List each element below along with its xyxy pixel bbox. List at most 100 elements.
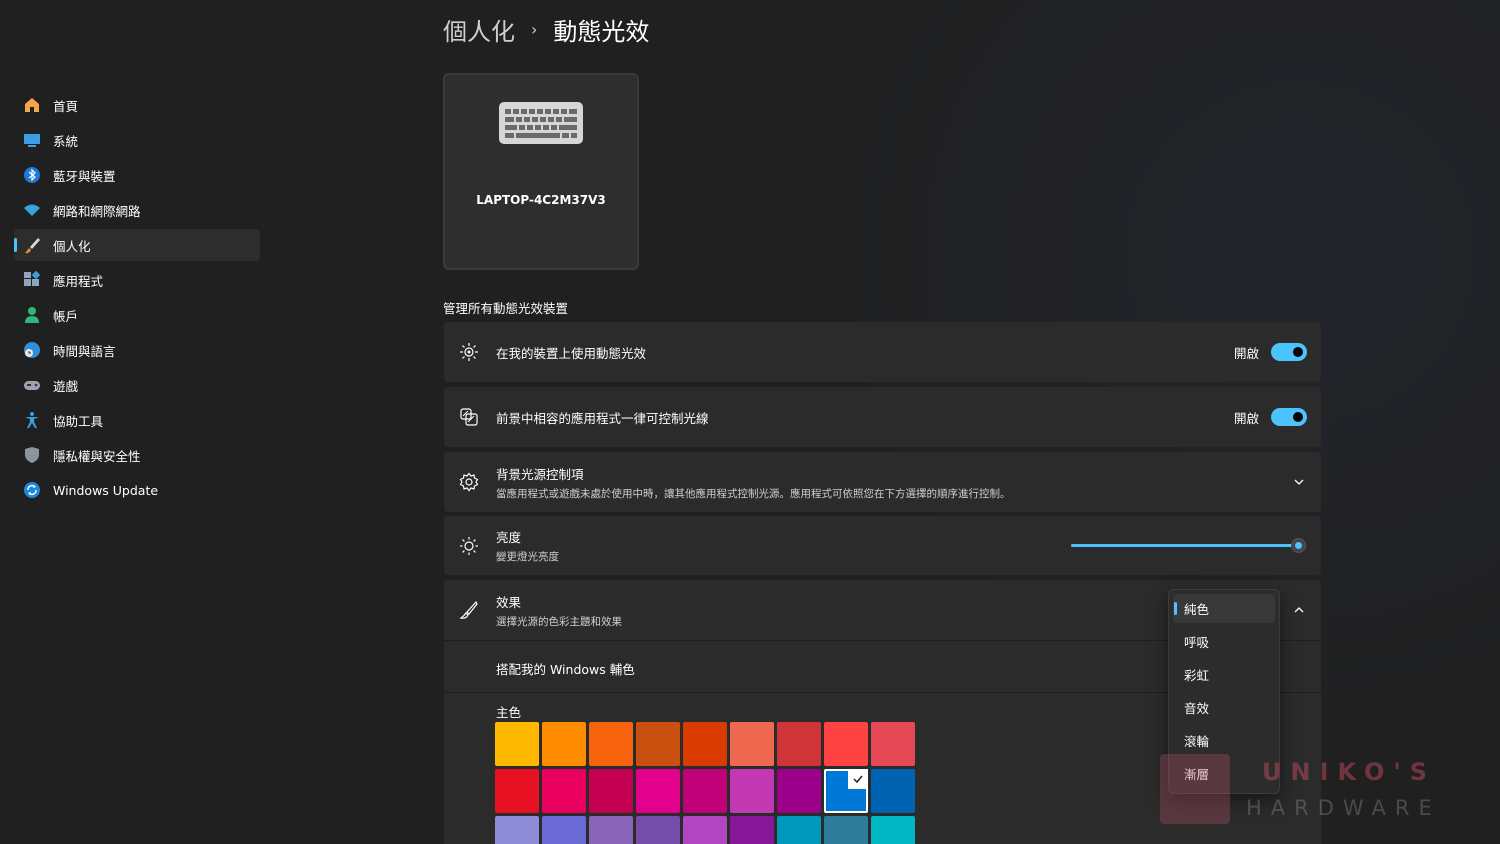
page-title: 動態光效 [553, 18, 650, 46]
option-label: 呼吸 [1184, 635, 1210, 650]
brightness-slider[interactable] [1071, 538, 1306, 553]
slider-thumb[interactable] [1291, 538, 1306, 553]
breadcrumb-parent[interactable]: 個人化 [443, 12, 515, 47]
sidebar-item-gaming[interactable]: 遊戲 [14, 369, 260, 401]
home-icon [22, 95, 42, 115]
color-swatch[interactable] [824, 769, 868, 813]
dropdown-option-breathing[interactable]: 呼吸 [1173, 627, 1275, 656]
color-swatch[interactable] [871, 816, 915, 844]
sidebar-item-label: 藍牙與裝置 [53, 168, 116, 184]
color-swatch[interactable] [730, 816, 774, 844]
option-label: 彩虹 [1184, 668, 1210, 683]
accessibility-icon [22, 410, 42, 430]
watermark-logo [1160, 754, 1230, 824]
sidebar-item-home[interactable]: 首頁 [14, 89, 260, 121]
sidebar-item-system[interactable]: 系統 [14, 124, 260, 156]
sidebar-item-bluetooth[interactable]: 藍牙與裝置 [14, 159, 260, 191]
color-swatch[interactable] [589, 769, 633, 813]
color-swatch[interactable] [542, 816, 586, 844]
chevron-up-icon[interactable] [1291, 602, 1307, 618]
sidebar-item-label: Windows Update [53, 482, 159, 498]
color-swatch[interactable] [683, 722, 727, 766]
sidebar-item-label: 時間與語言 [53, 343, 116, 359]
color-swatch[interactable] [589, 816, 633, 844]
color-swatch[interactable] [777, 769, 821, 813]
color-swatch[interactable] [871, 769, 915, 813]
active-indicator [14, 238, 17, 252]
toggle-knob [1293, 412, 1303, 422]
breadcrumb-separator: › [531, 20, 538, 39]
section-title: 管理所有動態光效裝置 [443, 301, 569, 316]
color-swatch[interactable] [636, 816, 680, 844]
color-swatch[interactable] [777, 816, 821, 844]
main-color-label: 主色 [496, 705, 522, 720]
dropdown-option-audio[interactable]: 音效 [1173, 693, 1275, 722]
device-card[interactable]: LAPTOP-4C2M37V3 [443, 73, 639, 270]
color-swatch[interactable] [589, 722, 633, 766]
color-swatch[interactable] [683, 816, 727, 844]
sidebar-item-label: 個人化 [53, 238, 91, 254]
foreground-apps-state: 開啟 [1233, 410, 1259, 426]
sidebar-item-accessibility[interactable]: 協助工具 [14, 404, 260, 436]
brightness-icon [458, 535, 480, 557]
sidebar-item-accounts[interactable]: 帳戶 [14, 299, 260, 331]
color-swatch[interactable] [730, 769, 774, 813]
foreground-apps-toggle[interactable] [1271, 408, 1307, 426]
use-lighting-title: 在我的裝置上使用動態光效 [496, 345, 647, 361]
sidebar-item-label: 帳戶 [53, 308, 79, 324]
checkmark-icon [848, 769, 868, 789]
dropdown-option-wheel[interactable]: 滾輪 [1173, 726, 1275, 755]
breadcrumb: 個人化 › 動態光效 [443, 12, 649, 47]
sidebar-item-windows-update[interactable]: Windows Update [14, 474, 260, 506]
device-name: LAPTOP-4C2M37V3 [476, 193, 606, 207]
keyboard-icon [498, 101, 584, 149]
shield-icon [22, 445, 42, 465]
gear-icon [458, 471, 480, 493]
sidebar-item-label: 系統 [53, 133, 79, 149]
monitor-icon [22, 130, 42, 150]
sidebar-item-apps[interactable]: 應用程式 [14, 264, 260, 296]
color-swatch[interactable] [683, 769, 727, 813]
use-lighting-row[interactable]: 在我的裝置上使用動態光效 開啟 [444, 322, 1321, 382]
sidebar-item-time-language[interactable]: 時間與語言 [14, 334, 260, 366]
foreground-apps-title: 前景中相容的應用程式一律可控制光線 [496, 410, 709, 426]
background-control-row[interactable]: 背景光源控制項 當應用程式或遊戲未處於使用中時，讓其他應用程式控制光源。應用程式… [444, 452, 1321, 512]
sidebar-item-personalization[interactable]: 個人化 [14, 229, 260, 261]
color-swatch[interactable] [636, 769, 680, 813]
color-swatch[interactable] [824, 816, 868, 844]
color-swatch[interactable] [636, 722, 680, 766]
sidebar-item-label: 首頁 [53, 98, 79, 114]
dropdown-option-rainbow[interactable]: 彩虹 [1173, 660, 1275, 689]
watermark-subtitle: HARDWARE [1246, 796, 1441, 820]
brush-icon [458, 599, 480, 621]
color-swatch[interactable] [730, 722, 774, 766]
color-swatch-grid [495, 722, 915, 844]
color-swatch[interactable] [542, 769, 586, 813]
color-swatch[interactable] [542, 722, 586, 766]
background-control-title: 背景光源控制項 [496, 466, 584, 482]
slider-track [1071, 544, 1297, 547]
color-swatch[interactable] [824, 722, 868, 766]
watermark: UNIKO'S HARDWARE [1160, 752, 1450, 824]
chevron-down-icon[interactable] [1291, 474, 1307, 490]
app-control-icon [458, 406, 480, 428]
match-accent-label: 搭配我的 Windows 輔色 [496, 662, 635, 677]
color-swatch[interactable] [495, 722, 539, 766]
person-icon [22, 305, 42, 325]
brush-icon [22, 235, 42, 255]
use-lighting-toggle[interactable] [1271, 343, 1307, 361]
foreground-apps-row[interactable]: 前景中相容的應用程式一律可控制光線 開啟 [444, 387, 1321, 447]
option-label: 純色 [1184, 602, 1210, 617]
sidebar-item-privacy[interactable]: 隱私權與安全性 [14, 439, 260, 471]
dropdown-option-solid[interactable]: 純色 [1173, 594, 1275, 623]
color-swatch[interactable] [495, 816, 539, 844]
background-control-desc: 當應用程式或遊戲未處於使用中時，讓其他應用程式控制光源。應用程式可依照您在下方選… [496, 487, 1011, 500]
sidebar-nav: 首頁 系統 藍牙與裝置 網路和網際網路 個人化 應用程式 帳戶 時間與語言 遊戲… [14, 89, 260, 509]
toggle-knob [1293, 347, 1303, 357]
sidebar-item-label: 網路和網際網路 [53, 203, 141, 219]
color-swatch[interactable] [495, 769, 539, 813]
color-swatch[interactable] [777, 722, 821, 766]
color-swatch[interactable] [871, 722, 915, 766]
option-label: 音效 [1184, 701, 1210, 716]
sidebar-item-network[interactable]: 網路和網際網路 [14, 194, 260, 226]
